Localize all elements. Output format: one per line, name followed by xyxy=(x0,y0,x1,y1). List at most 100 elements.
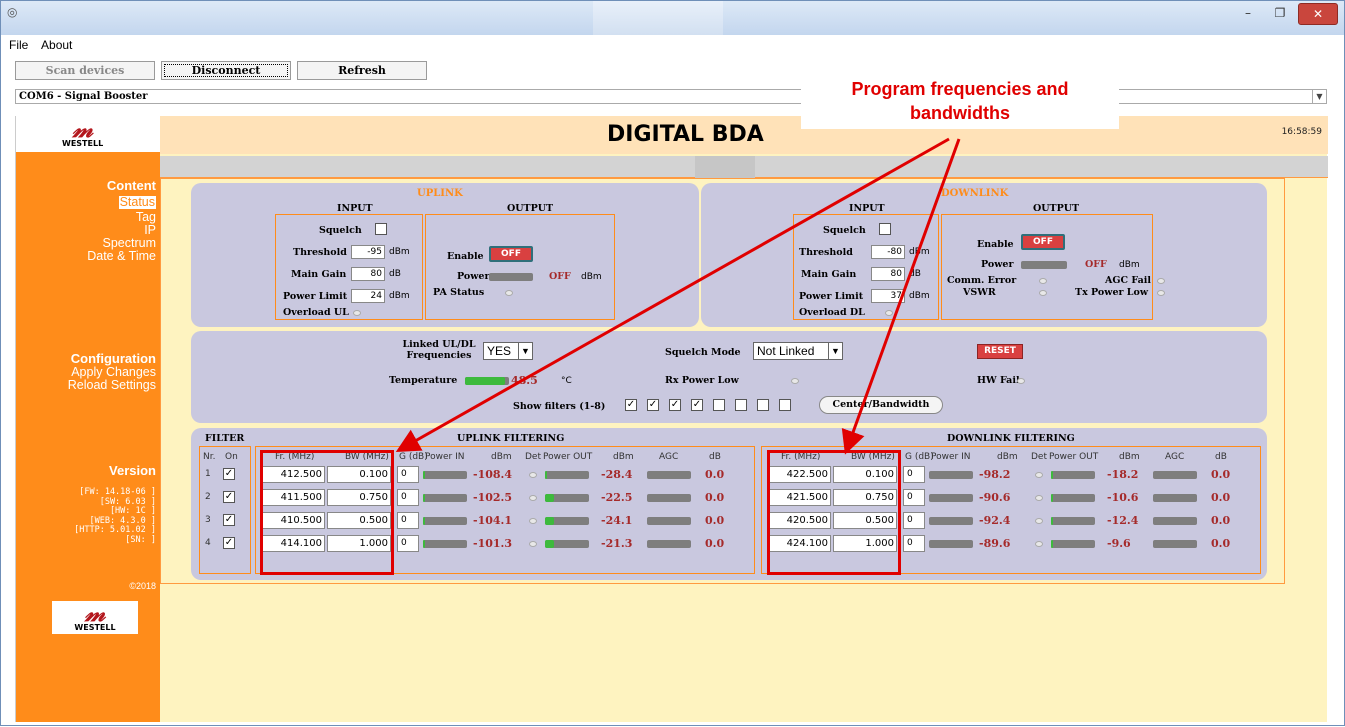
uplink-filtering-title: UPLINK FILTERING xyxy=(457,433,565,444)
uplink-squelch-checkbox[interactable] xyxy=(375,223,387,235)
config-heading: Configuration xyxy=(70,351,156,366)
uplink-threshold-label: Threshold xyxy=(293,247,347,258)
downlink-det-led xyxy=(1035,495,1043,501)
chevron-down-icon[interactable]: ▼ xyxy=(1312,90,1326,103)
version-info: [FW: 14.18-06 ] [SW: 6.03 ] [HW: 1C ] [W… xyxy=(74,487,156,545)
uplink-output-label: OUTPUT xyxy=(507,203,554,214)
uplink-agc-value: 0.0 xyxy=(705,491,725,504)
downlink-squelch-checkbox[interactable] xyxy=(879,223,891,235)
downlink-power-in-bar xyxy=(929,517,973,525)
show-filter-checkbox-2[interactable]: ✓ xyxy=(647,399,659,411)
uplink-power-out-bar xyxy=(545,517,589,525)
downlink-gain-input[interactable]: 0 xyxy=(903,535,925,552)
downlink-det-led xyxy=(1035,472,1043,478)
uplink-enable-toggle[interactable]: OFF xyxy=(489,246,533,262)
squelch-mode-select[interactable]: Not Linked ▼ xyxy=(753,342,843,360)
chevron-down-icon[interactable]: ▼ xyxy=(518,343,532,359)
reset-button[interactable]: RESET xyxy=(977,344,1023,359)
downlink-col-header-pout-6: Power OUT xyxy=(1049,452,1099,462)
downlink-gain-input[interactable]: 0 xyxy=(903,466,925,483)
downlink-power-in-bar xyxy=(929,471,973,479)
scan-devices-button[interactable]: Scan devices xyxy=(15,61,155,80)
downlink-main-gain-label: Main Gain xyxy=(801,269,857,280)
westell-logo-bottom: 𝓂 WESTELL xyxy=(52,601,138,634)
uplink-power-label: Power xyxy=(457,271,490,282)
menu-file[interactable]: File xyxy=(9,38,28,52)
uplink-power-in-value: -101.3 xyxy=(473,537,513,550)
chevron-down-icon[interactable]: ▼ xyxy=(828,343,842,359)
show-filter-checkbox-5[interactable] xyxy=(713,399,725,411)
temperature-unit: °C xyxy=(561,376,572,386)
minimize-icon[interactable]: – xyxy=(1234,3,1262,25)
downlink-col-header-pin-3: Power IN xyxy=(931,452,971,462)
downlink-agc-value: 0.0 xyxy=(1211,537,1231,550)
uplink-power-in-value: -102.5 xyxy=(473,491,513,504)
version-heading: Version xyxy=(109,463,156,478)
device-select-value: COM6 - Signal Booster xyxy=(19,91,148,102)
status-bar xyxy=(160,156,1328,178)
downlink-col-header-dbm-7: dBm xyxy=(1119,452,1140,462)
device-select[interactable]: COM6 - Signal Booster ▼ xyxy=(15,89,1327,104)
filter-on-checkbox[interactable]: ✓ xyxy=(223,514,235,526)
show-filter-checkbox-7[interactable] xyxy=(757,399,769,411)
downlink-power-out-bar xyxy=(1051,494,1095,502)
sidebar: 𝓂 WESTELL Content Status Tag IP Spectrum… xyxy=(16,116,160,722)
show-filter-checkbox-1[interactable]: ✓ xyxy=(625,399,637,411)
menu-about[interactable]: About xyxy=(41,38,72,52)
uplink-power-unit: dBm xyxy=(581,272,602,282)
close-icon[interactable]: ✕ xyxy=(1298,3,1338,25)
uplink-power-out-fill xyxy=(545,471,548,479)
uplink-power-in-fill xyxy=(423,540,426,548)
uplink-threshold-input[interactable]: -95 xyxy=(351,245,385,259)
disconnect-button[interactable]: Disconnect xyxy=(161,61,291,80)
uplink-power-value: OFF xyxy=(549,271,571,282)
version-sn: [SN: ] xyxy=(125,534,156,545)
refresh-button[interactable]: Refresh xyxy=(297,61,427,80)
downlink-vswr-led xyxy=(1039,290,1047,296)
show-filter-checkbox-4[interactable]: ✓ xyxy=(691,399,703,411)
annotation-line-2: bandwidths xyxy=(910,103,1010,123)
uplink-power-limit-unit: dBm xyxy=(389,291,410,301)
downlink-agc-bar xyxy=(1153,540,1197,548)
downlink-gain-input[interactable]: 0 xyxy=(903,512,925,529)
uplink-gain-input[interactable]: 0 xyxy=(397,466,419,483)
uplink-gain-input[interactable]: 0 xyxy=(397,535,419,552)
filter-on-checkbox[interactable]: ✓ xyxy=(223,537,235,549)
downlink-col-header-agc-8: AGC xyxy=(1165,452,1185,462)
center-bandwidth-button[interactable]: Center/Bandwidth xyxy=(819,396,943,414)
uplink-power-out-value: -22.5 xyxy=(601,491,633,504)
show-filter-checkbox-3[interactable]: ✓ xyxy=(669,399,681,411)
nav-date-time[interactable]: Date & Time xyxy=(87,250,156,263)
uplink-det-led xyxy=(529,472,537,478)
linked-frequencies-select[interactable]: YES ▼ xyxy=(483,342,533,360)
downlink-enable-toggle[interactable]: OFF xyxy=(1021,234,1065,250)
linked-frequencies-label: Linked UL/DL Frequencies xyxy=(399,339,479,361)
downlink-gain-input[interactable]: 0 xyxy=(903,489,925,506)
nav-reload-settings[interactable]: Reload Settings xyxy=(68,379,156,392)
uplink-power-limit-input[interactable]: 24 xyxy=(351,289,385,303)
uplink-power-out-fill xyxy=(545,540,554,548)
restore-icon[interactable]: ❐ xyxy=(1266,3,1294,25)
downlink-threshold-unit: dBm xyxy=(909,247,930,257)
filter-on-checkbox[interactable]: ✓ xyxy=(223,468,235,480)
downlink-threshold-input[interactable]: -80 xyxy=(871,245,905,259)
menu-bar: File About xyxy=(9,38,82,52)
downlink-power-out-fill xyxy=(1051,517,1054,525)
show-filter-checkbox-8[interactable] xyxy=(779,399,791,411)
downlink-power-limit-input[interactable]: 37 xyxy=(871,289,905,303)
uplink-gain-input[interactable]: 0 xyxy=(397,489,419,506)
uplink-gain-input[interactable]: 0 xyxy=(397,512,419,529)
uplink-main-gain-input[interactable]: 80 xyxy=(351,267,385,281)
downlink-main-gain-input[interactable]: 80 xyxy=(871,267,905,281)
downlink-agc-value: 0.0 xyxy=(1211,491,1231,504)
uplink-col-header-pin-3: Power IN xyxy=(425,452,465,462)
uplink-power-out-fill xyxy=(545,494,554,502)
filter-on-checkbox[interactable]: ✓ xyxy=(223,491,235,503)
downlink-power-out-fill xyxy=(1051,540,1054,548)
downlink-comm-error-led xyxy=(1039,278,1047,284)
show-filter-checkbox-6[interactable] xyxy=(735,399,747,411)
on-column-header: On xyxy=(225,452,238,462)
uplink-power-out-value: -28.4 xyxy=(601,468,633,481)
uplink-col-header-g-2: G (dB) xyxy=(399,452,428,462)
nav-status[interactable]: Status xyxy=(118,196,156,209)
